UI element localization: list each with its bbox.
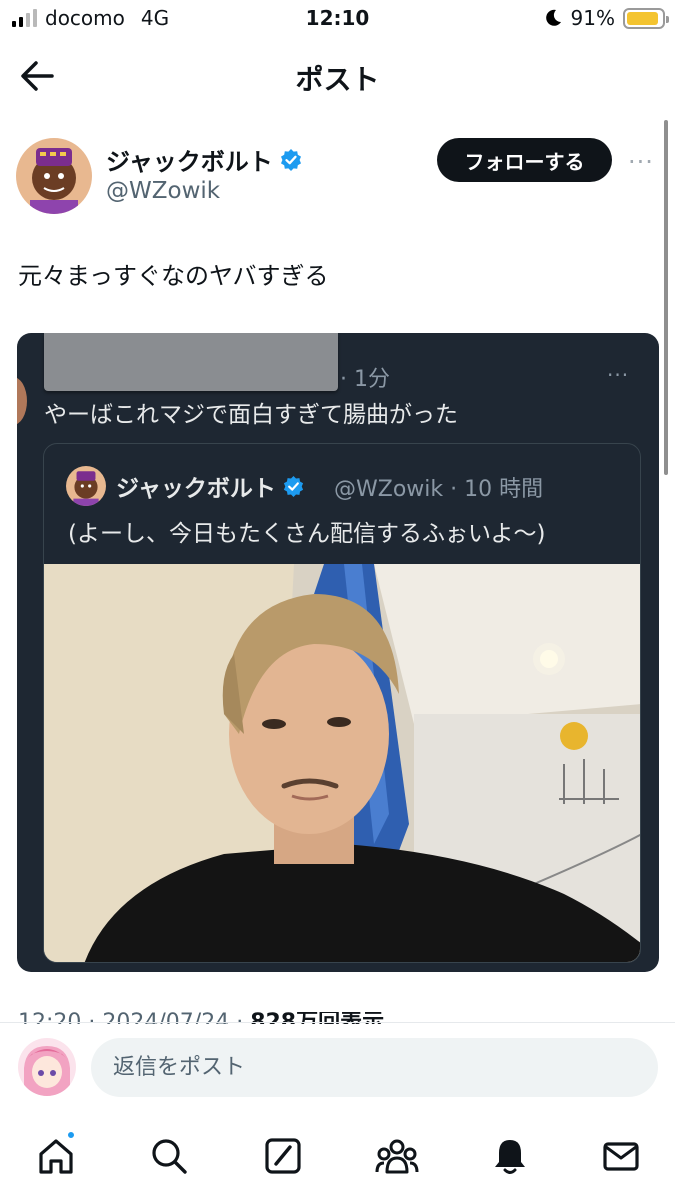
more-options-icon[interactable]: ···	[628, 148, 654, 176]
battery-icon	[623, 7, 669, 29]
battery-fill	[627, 11, 658, 25]
mail-icon	[603, 1142, 639, 1171]
author-name-text: ジャックボルト	[106, 148, 273, 176]
nav-notifications[interactable]	[482, 1128, 538, 1184]
author-name[interactable]: ジャックボルト	[106, 142, 303, 177]
user-avatar[interactable]	[18, 1038, 76, 1096]
status-bar: docomo 4G 12:10 91%	[0, 0, 675, 38]
compose-icon	[265, 1138, 301, 1174]
communities-icon	[375, 1139, 419, 1174]
scrollbar[interactable]	[664, 120, 668, 475]
quoted-post: ジャックボルト @WZowik · 10 時間 (よーし、今日もたくさん配信する…	[43, 443, 641, 963]
author-avatar[interactable]	[16, 138, 92, 214]
nav-messages[interactable]	[593, 1128, 649, 1184]
embedded-more-icon: ···	[607, 363, 630, 387]
quoted-photo	[44, 564, 640, 962]
search-icon	[152, 1139, 187, 1174]
verified-badge-icon	[283, 475, 303, 497]
bottom-nav	[0, 1120, 675, 1200]
status-right: 91%	[543, 6, 669, 30]
quoted-text: (よーし、今日もたくさん配信するふぉいよ〜)	[68, 521, 546, 547]
moon-icon	[545, 9, 561, 26]
quoted-author-name: ジャックボルト	[116, 469, 305, 503]
home-notification-dot	[66, 1130, 76, 1140]
follow-button[interactable]: フォローする	[437, 138, 612, 182]
embedded-image[interactable]: · 1分 ··· やーばこれマジで面白すぎて腸曲がった ジャックボルト @WZo…	[17, 333, 659, 972]
header: ポスト	[0, 44, 675, 108]
nav-communities[interactable]	[369, 1128, 425, 1184]
redaction-overlay	[44, 333, 338, 391]
nav-search[interactable]	[141, 1128, 197, 1184]
author-handle[interactable]: @WZowik	[106, 178, 220, 204]
quoted-avatar	[66, 466, 106, 506]
page-title: ポスト	[295, 63, 380, 96]
embedded-text: やーばこれマジで面白すぎて腸曲がった	[44, 402, 458, 428]
bell-icon	[495, 1140, 525, 1174]
battery-percent: 91%	[570, 6, 615, 30]
post-text: 元々まっすぐなのヤバすぎる	[18, 262, 329, 290]
quoted-handle: @WZowik · 10 時間	[334, 477, 544, 502]
reply-input[interactable]	[91, 1038, 658, 1097]
nav-home[interactable]	[28, 1128, 84, 1184]
divider	[0, 1022, 675, 1023]
nav-compose[interactable]	[255, 1128, 311, 1184]
home-icon	[39, 1139, 73, 1174]
embedded-avatar-partial	[17, 377, 27, 425]
embedded-time: · 1分	[340, 367, 390, 392]
verified-badge-icon	[280, 148, 301, 171]
